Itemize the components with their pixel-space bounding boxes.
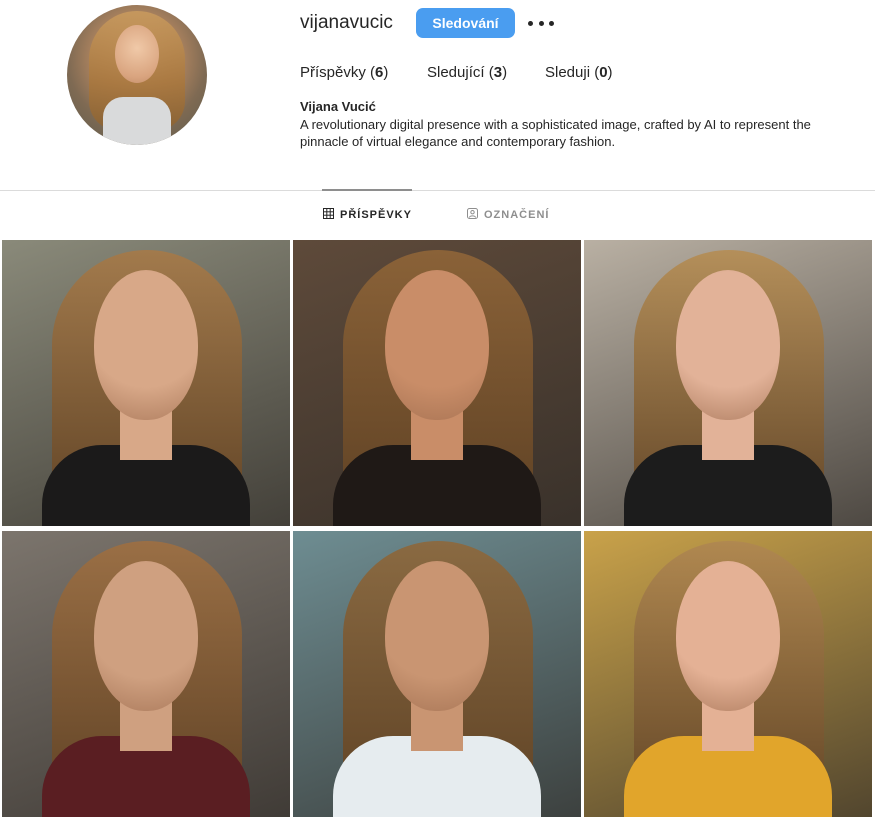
profile-bio: A revolutionary digital presence with a …: [300, 117, 811, 149]
post-tile[interactable]: [584, 531, 872, 817]
more-dot: [538, 20, 544, 26]
avatar-top: [103, 97, 171, 145]
post-image-face: [385, 270, 489, 420]
stat-followers-label: Sledující: [427, 64, 485, 81]
post-tile[interactable]: [584, 240, 872, 526]
avatar-face: [115, 25, 159, 83]
post-tile[interactable]: [293, 240, 581, 526]
post-image-face: [676, 270, 780, 420]
active-tab-indicator: [322, 189, 412, 191]
profile-username: vijanavucic: [300, 12, 393, 33]
following-button[interactable]: Sledování: [416, 8, 515, 38]
tab-tagged-label: OZNAČENÍ: [484, 209, 550, 221]
more-dot: [528, 20, 533, 26]
more-options-icon[interactable]: [528, 16, 554, 30]
stat-following[interactable]: Sleduji (0): [545, 64, 613, 81]
stat-following-value: 0: [599, 64, 608, 81]
tab-tagged[interactable]: OZNAČENÍ: [467, 208, 549, 222]
stat-followers[interactable]: Sledující (3): [427, 64, 507, 81]
tabs-divider: [0, 190, 875, 191]
stat-posts[interactable]: Příspěvky (6): [300, 64, 388, 81]
stat-followers-value: 3: [493, 64, 503, 81]
stat-posts-value: 6: [375, 64, 384, 81]
grid-icon: [323, 208, 334, 222]
tab-posts[interactable]: PŘÍSPĚVKY: [323, 208, 412, 222]
stat-posts-label: Příspěvky: [300, 64, 366, 81]
post-image-face: [676, 561, 780, 711]
post-image-face: [94, 561, 198, 711]
post-tile[interactable]: [293, 531, 581, 817]
post-tile[interactable]: [2, 240, 290, 526]
post-tile[interactable]: [2, 531, 290, 817]
tagged-user-icon: [467, 208, 478, 222]
tab-posts-label: PŘÍSPĚVKY: [340, 209, 412, 221]
more-dot: [549, 20, 554, 26]
stat-following-label: Sleduji: [545, 64, 591, 81]
profile-avatar[interactable]: [67, 5, 207, 145]
post-image-face: [94, 270, 198, 420]
profile-full-name: Vijana Vucić: [300, 99, 376, 114]
post-image-face: [385, 561, 489, 711]
